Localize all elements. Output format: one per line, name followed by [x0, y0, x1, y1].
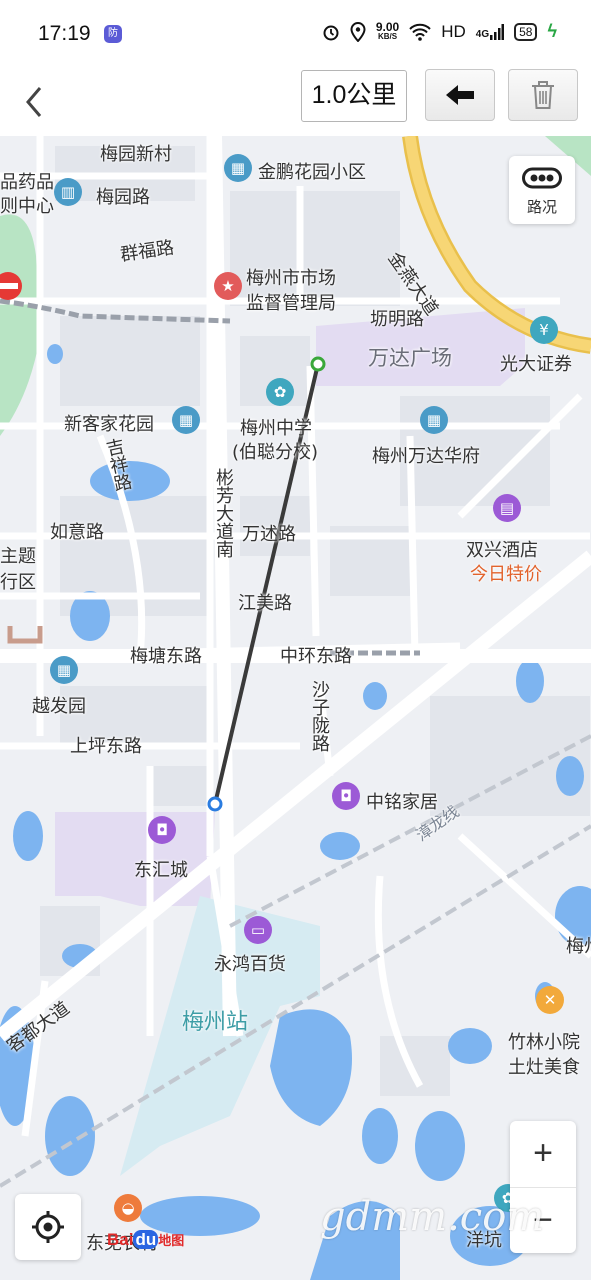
map-label: 监督管理局: [246, 293, 336, 314]
map-label: 上坪东路: [70, 736, 142, 757]
baidu-logo-bai: Bai: [107, 1230, 134, 1249]
residence-poi-icon[interactable]: ▦: [420, 406, 448, 434]
undo-button[interactable]: [425, 69, 495, 121]
map-label: 梅园路: [96, 187, 150, 208]
station-label: 梅州站: [182, 1010, 249, 1035]
zoom-in-button[interactable]: +: [510, 1121, 576, 1187]
map-canvas[interactable]: ▦ ▥ ★ ¥ ✿ ▦ ▦ ▤ ▦ ◘ ◘ ▭ ✕ ◒ ✿ 梅园新村 金鹏花园小…: [0, 136, 591, 1280]
map-label: 行区: [0, 572, 36, 593]
residence-poi-icon[interactable]: ▦: [224, 154, 252, 182]
status-time: 17:19: [38, 22, 91, 45]
map-label: 竹林小院: [508, 1032, 580, 1053]
measure-toolbar: 1.0公里: [0, 68, 591, 136]
traffic-toggle-button[interactable]: 路况: [509, 156, 575, 224]
map-label: 土灶美食: [508, 1057, 580, 1078]
signal-type: 4G: [475, 28, 490, 40]
building-poi-icon[interactable]: ▥: [54, 178, 82, 206]
promo-label[interactable]: 今日特价: [470, 560, 542, 586]
school-poi-icon[interactable]: ✿: [266, 378, 294, 406]
map-label: 万述路: [242, 524, 296, 545]
map-label: 金鹏花园小区: [258, 162, 366, 183]
map-label: 梅园新村: [100, 144, 172, 165]
net-speed-value: 9.00: [375, 19, 400, 34]
net-speed: 9.00 KB/S: [375, 19, 400, 42]
map-label: (伯聪分校): [232, 442, 319, 463]
baidu-logo-du: du: [133, 1230, 159, 1249]
shopping-poi-icon[interactable]: ▭: [244, 916, 272, 944]
hd-label: HD: [441, 21, 466, 41]
map-label: 则中心: [0, 196, 54, 217]
residence-poi-icon[interactable]: ▦: [50, 656, 78, 684]
map-label: 新客家花园: [64, 414, 154, 435]
map-label: 梅州: [566, 936, 591, 957]
back-button[interactable]: [18, 76, 54, 128]
map-label: 品药品: [0, 172, 54, 193]
route-start-point: [310, 356, 326, 372]
map-label: 坜明路: [370, 309, 424, 330]
map-label: 东汇城: [134, 860, 188, 881]
traffic-icon: [522, 167, 562, 189]
map-label: 如意路: [50, 522, 104, 543]
government-poi-icon[interactable]: ★: [214, 272, 242, 300]
status-bar: 17:19 防 9.00 KB/S HD 4G 58 ϟ: [0, 0, 591, 68]
shopping-poi-icon[interactable]: ◘: [148, 816, 176, 844]
residence-poi-icon[interactable]: ▦: [172, 406, 200, 434]
charging-icon: ϟ: [547, 21, 557, 41]
restaurant-poi-icon[interactable]: ✕: [536, 986, 564, 1014]
net-speed-unit: KB/S: [377, 31, 398, 41]
map-label: 梅州市市场: [246, 268, 336, 289]
status-icons: 9.00 KB/S HD 4G 58 ϟ: [322, 21, 557, 42]
baidu-logo-ditu: 地图: [158, 1233, 185, 1248]
map-label: 永鸿百货: [214, 954, 286, 975]
map-label: 江美路: [238, 593, 292, 614]
signal-bars-icon: [490, 23, 505, 40]
signal-indicator: 4G: [475, 23, 505, 40]
route-end-point: [207, 796, 223, 812]
map-label: 双兴酒店: [466, 540, 538, 561]
map-label: 梅塘东路: [130, 646, 202, 667]
map-label: 沙子陇路: [309, 680, 330, 752]
map-label: 彬芳大道南: [213, 468, 234, 558]
restaurant-poi-icon[interactable]: ◒: [114, 1194, 142, 1222]
map-label: 万达广场: [368, 346, 452, 370]
battery-indicator: 58: [514, 22, 538, 41]
crosshair-icon: [32, 1211, 64, 1243]
watermark: gdmm.com: [320, 1194, 545, 1240]
locate-button[interactable]: [15, 1194, 81, 1260]
map-label: 越发园: [32, 696, 86, 717]
distance-readout: 1.0公里: [301, 70, 407, 122]
wifi-icon: [409, 23, 431, 41]
hotel-poi-icon[interactable]: ▤: [493, 494, 521, 522]
map-label: 梅州中学: [240, 418, 312, 439]
clear-button[interactable]: [508, 69, 578, 121]
map-label: 中环东路: [280, 646, 352, 667]
map-label: 中铭家居: [366, 792, 438, 813]
arrow-left-icon: [446, 85, 474, 105]
location-icon: [350, 21, 366, 42]
shopping-poi-icon[interactable]: ◘: [332, 782, 360, 810]
alarm-icon: [323, 25, 339, 40]
baidu-logo: Bai du 地图: [107, 1230, 184, 1250]
trash-icon: [532, 81, 554, 109]
app-notification-badge: 防: [104, 25, 122, 43]
traffic-label: 路况: [526, 198, 557, 216]
bank-poi-icon[interactable]: ¥: [530, 316, 558, 344]
map-label: 主题: [0, 546, 36, 567]
map-label: 光大证券: [500, 354, 572, 375]
map-label: 梅州万达华府: [372, 446, 480, 467]
chevron-left-icon: [26, 87, 42, 117]
